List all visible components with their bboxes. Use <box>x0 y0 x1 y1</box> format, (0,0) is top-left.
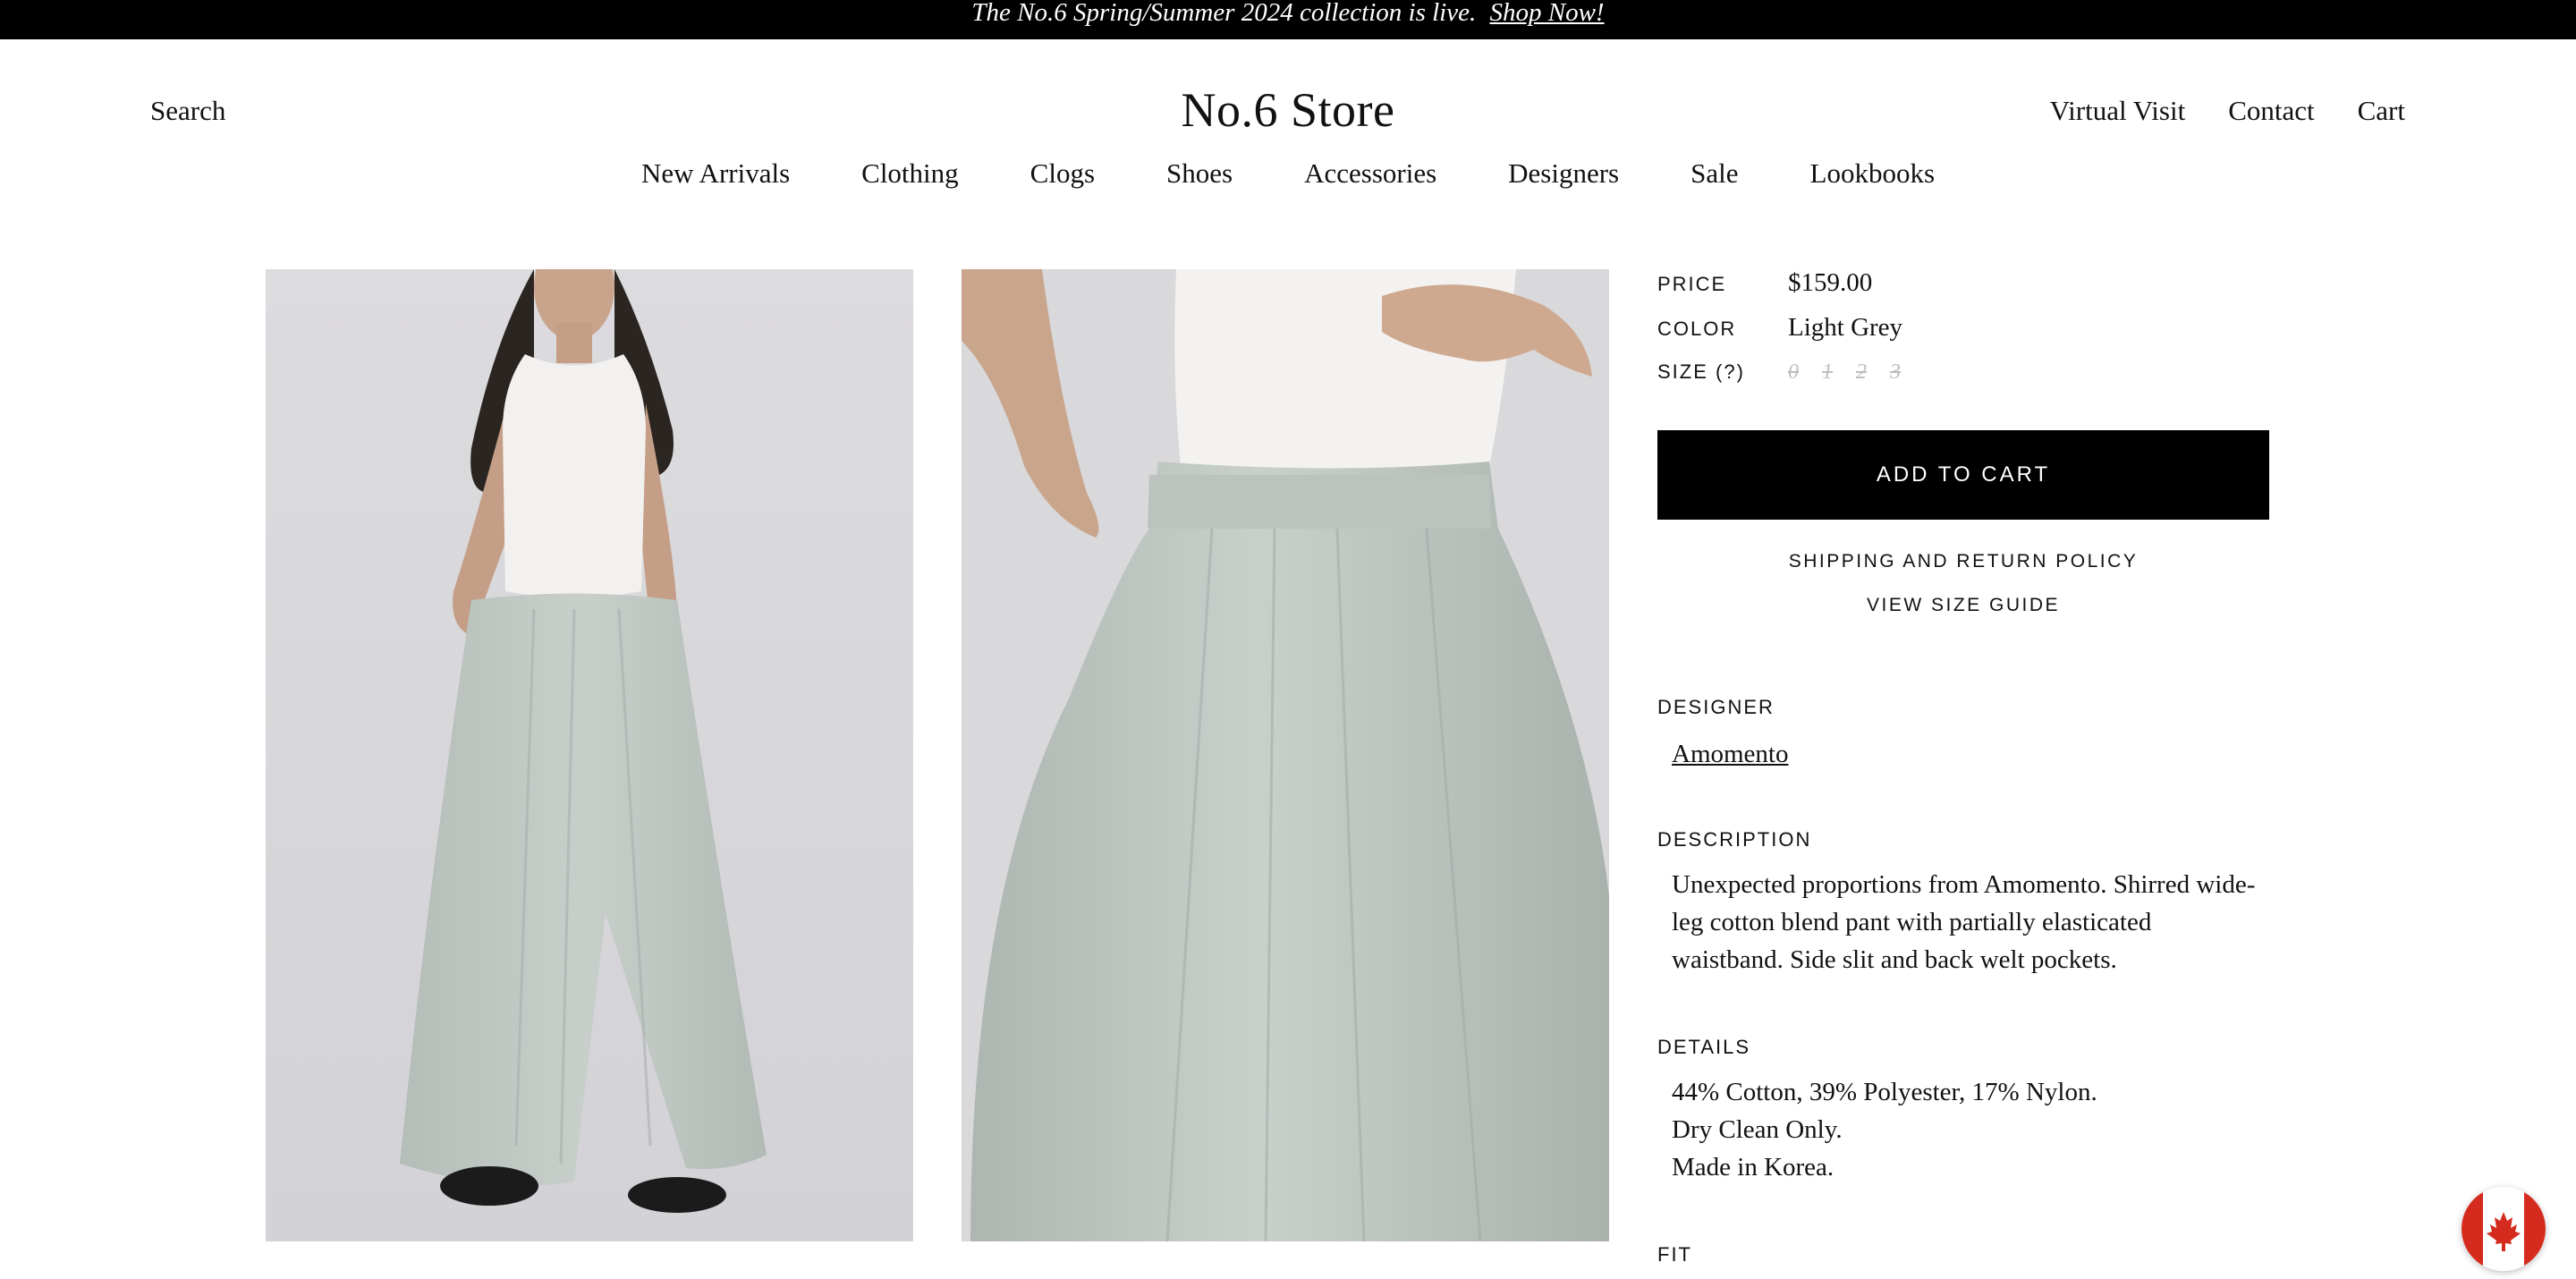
designer-section: Amomento <box>1672 735 2262 773</box>
shop-now-link[interactable]: Shop Now! <box>1490 0 1605 27</box>
cart-link[interactable]: Cart <box>2358 95 2405 127</box>
color-label: COLOR <box>1657 318 1737 340</box>
details-list: 44% Cotton, 39% Polyester, 17% Nylon. Dr… <box>1672 1073 2262 1186</box>
color-value: Light Grey <box>1788 313 1903 342</box>
details-line: 44% Cotton, 39% Polyester, 17% Nylon. <box>1672 1078 2097 1106</box>
description-label: DESCRIPTION <box>1657 828 1812 851</box>
size-label[interactable]: SIZE (?) <box>1657 360 1788 384</box>
virtual-visit-link[interactable]: Virtual Visit <box>2050 95 2186 127</box>
announcement-bar: The No.6 Spring/Summer 2024 collection i… <box>0 0 2576 39</box>
price-value: $159.00 <box>1788 268 1873 297</box>
designer-link[interactable]: Amomento <box>1672 740 1789 768</box>
product-photo-full-look[interactable] <box>266 269 913 1241</box>
shipping-policy-link[interactable]: SHIPPING AND RETURN POLICY <box>1657 551 2269 572</box>
details-line: Dry Clean Only. <box>1672 1115 1843 1144</box>
designer-label: DESIGNER <box>1657 696 1775 718</box>
description-text: Unexpected proportions from Amomento. Sh… <box>1672 870 2256 974</box>
nav-item-designers[interactable]: Designers <box>1508 157 1619 190</box>
nav-item-shoes[interactable]: Shoes <box>1166 157 1233 190</box>
product-photo-full-look-image <box>266 269 913 1241</box>
size-row: SIZE (?) 0 1 2 3 <box>1657 360 1901 385</box>
contact-link[interactable]: Contact <box>2228 95 2314 127</box>
nav-item-new-arrivals[interactable]: New Arrivals <box>641 157 790 190</box>
size-option-3[interactable]: 3 <box>1890 360 1901 385</box>
product-photo-detail-image <box>962 269 1609 1241</box>
nav-item-lookbooks[interactable]: Lookbooks <box>1810 157 1936 190</box>
nav-item-accessories[interactable]: Accessories <box>1304 157 1436 190</box>
main-nav: New Arrivals Clothing Clogs Shoes Access… <box>0 157 2576 190</box>
price-label: PRICE <box>1657 273 1727 295</box>
product-photo-detail[interactable] <box>962 269 1609 1241</box>
details-label: DETAILS <box>1657 1036 1751 1058</box>
size-option-1[interactable]: 1 <box>1822 360 1833 385</box>
canada-flag-icon[interactable] <box>2462 1187 2546 1271</box>
size-guide-link[interactable]: VIEW SIZE GUIDE <box>1657 595 2269 616</box>
announcement-text: The No.6 Spring/Summer 2024 collection i… <box>971 0 1477 27</box>
size-options: 0 1 2 3 <box>1788 360 1901 385</box>
size-option-0[interactable]: 0 <box>1788 360 1799 385</box>
nav-item-clothing[interactable]: Clothing <box>861 157 959 190</box>
nav-item-clogs[interactable]: Clogs <box>1030 157 1095 190</box>
add-to-cart-button[interactable]: ADD TO CART <box>1657 430 2269 520</box>
size-option-2[interactable]: 2 <box>1856 360 1867 385</box>
price-row: PRICE $159.00 <box>1657 268 1872 298</box>
fit-label: FIT <box>1657 1243 1692 1266</box>
utility-nav: Virtual Visit Contact Cart <box>2050 95 2405 127</box>
color-row: COLOR Light Grey <box>1657 313 1902 343</box>
details-line: Made in Korea. <box>1672 1153 1835 1182</box>
nav-item-sale[interactable]: Sale <box>1690 157 1738 190</box>
